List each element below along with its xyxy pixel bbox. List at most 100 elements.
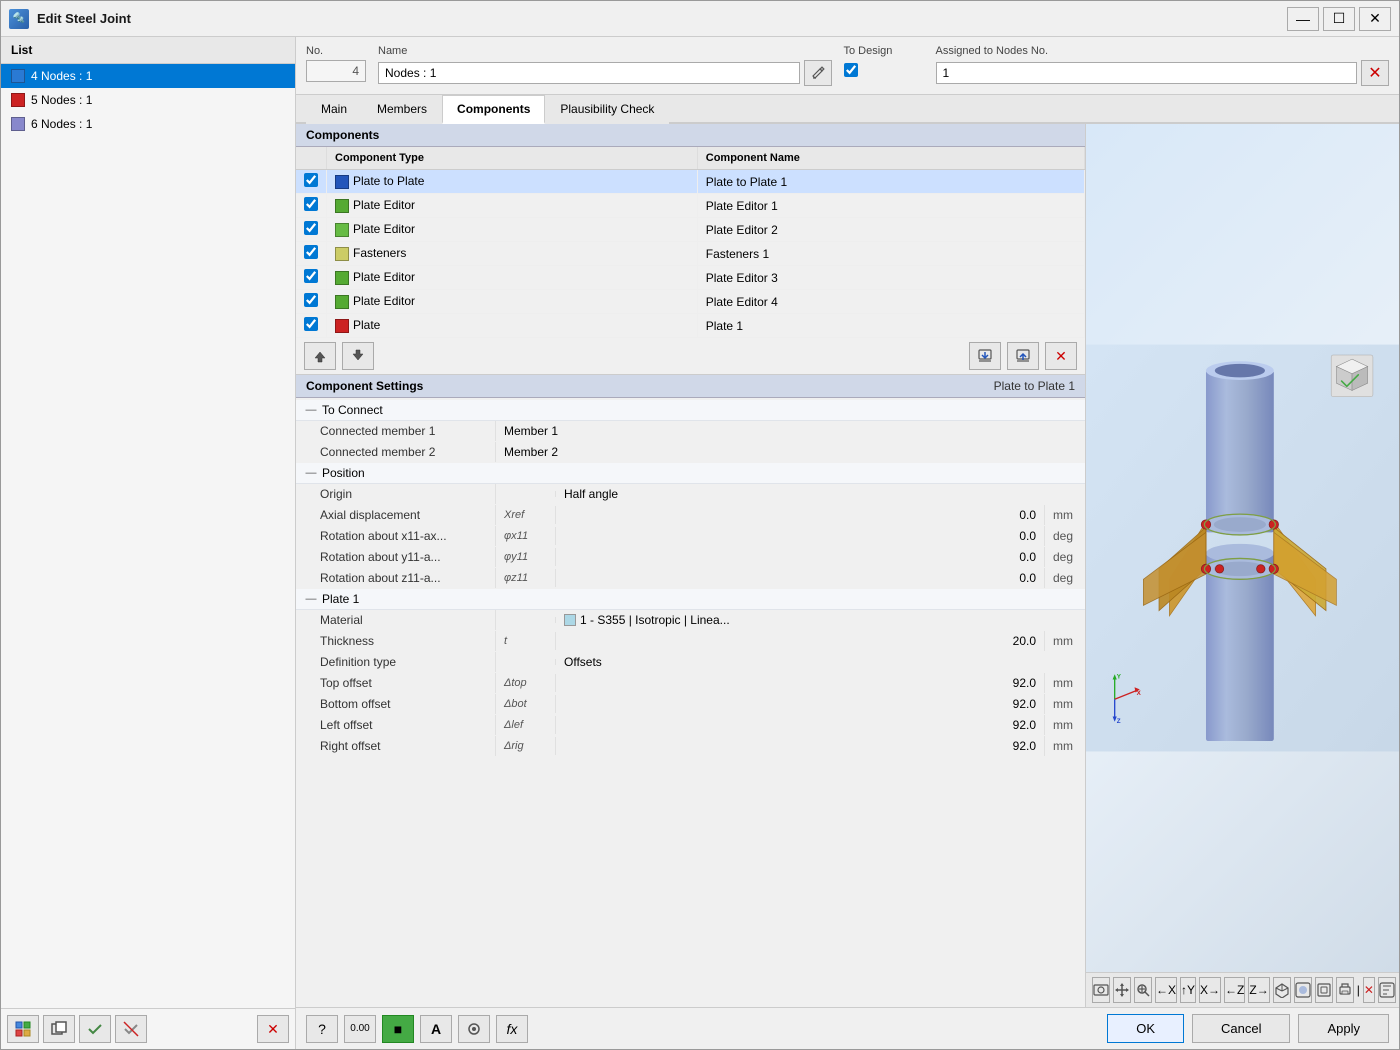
name-input[interactable] <box>378 62 800 84</box>
tree-group-to-connect-header[interactable]: — To Connect <box>296 400 1085 421</box>
duplicate-joint-button[interactable] <box>43 1015 75 1043</box>
left-offset-value: 92.0 <box>556 715 1045 735</box>
list-item-5[interactable]: 5 Nodes : 1 <box>1 88 295 112</box>
view-settings-btn[interactable] <box>1378 977 1396 1003</box>
delete-component-button[interactable]: ✕ <box>1045 342 1077 370</box>
3d-viewport[interactable]: Y X Z <box>1086 124 1399 972</box>
tree-row-rotation-y: Rotation about y11-a... φy11 0.0 deg <box>296 547 1085 568</box>
tab-plausibility[interactable]: Plausibility Check <box>545 95 669 124</box>
view-display-btn[interactable] <box>1092 977 1110 1003</box>
check-all-button[interactable] <box>79 1015 111 1043</box>
table-row[interactable]: Fasteners Fasteners 1 <box>296 242 1085 266</box>
list-items: 4 Nodes : 1 5 Nodes : 1 6 Nodes : 1 <box>1 64 295 1008</box>
view-rotate-y-pos-btn[interactable]: ↑Y <box>1180 977 1196 1003</box>
ok-button[interactable]: OK <box>1107 1014 1184 1043</box>
tab-main[interactable]: Main <box>306 95 362 124</box>
display-button[interactable] <box>458 1015 490 1043</box>
formula-button[interactable]: fx <box>496 1015 528 1043</box>
material-text: 1 - S355 | Isotropic | Linea... <box>580 613 730 627</box>
components-section-header: Components <box>296 124 1085 147</box>
row-checkbox[interactable] <box>304 293 318 307</box>
row-checkbox[interactable] <box>304 269 318 283</box>
connected-member-2-label: Connected member 2 <box>296 442 496 462</box>
add-joint-button[interactable] <box>7 1015 39 1043</box>
top-offset-value: 92.0 <box>556 673 1045 693</box>
assigned-input[interactable] <box>936 62 1358 84</box>
tree-group-plate1-header[interactable]: — Plate 1 <box>296 589 1085 610</box>
table-row[interactable]: Plate Plate 1 <box>296 314 1085 338</box>
row-checkbox[interactable] <box>304 173 318 187</box>
view-move-btn[interactable] <box>1113 977 1131 1003</box>
table-row[interactable]: Plate Editor Plate Editor 3 <box>296 266 1085 290</box>
left-offset-label: Left offset <box>296 715 496 735</box>
color-button[interactable]: ■ <box>382 1015 414 1043</box>
row-check <box>296 242 327 266</box>
cancel-button[interactable]: Cancel <box>1192 1014 1290 1043</box>
list-item-4[interactable]: 4 Nodes : 1 <box>1 64 295 88</box>
row-checkbox[interactable] <box>304 245 318 259</box>
view-render-btn[interactable] <box>1294 977 1312 1003</box>
table-row[interactable]: Plate Editor Plate Editor 4 <box>296 290 1085 314</box>
value-button[interactable]: 0.00 <box>344 1015 376 1043</box>
export-button[interactable] <box>1007 342 1039 370</box>
row-check <box>296 290 327 314</box>
maximize-button[interactable]: ☐ <box>1323 7 1355 31</box>
table-row[interactable]: Plate Editor Plate Editor 1 <box>296 194 1085 218</box>
view-render2-btn[interactable] <box>1315 977 1333 1003</box>
rotation-x-symbol: φx11 <box>496 527 556 545</box>
delete-joint-button[interactable]: ✕ <box>257 1015 289 1043</box>
tab-members[interactable]: Members <box>362 95 442 124</box>
row-checkbox[interactable] <box>304 197 318 211</box>
tree-group-position-header[interactable]: — Position <box>296 463 1085 484</box>
view-rotate-z-pos-btn[interactable]: Z→ <box>1248 977 1269 1003</box>
type-color <box>335 199 349 213</box>
row-name: Plate Editor 3 <box>697 266 1084 290</box>
col-component-type: Component Type <box>327 147 698 170</box>
view-rotate-x-neg-btn[interactable]: ←X <box>1155 977 1177 1003</box>
list-toolbar: ✕ <box>1 1008 295 1049</box>
name-label: Name <box>378 45 832 57</box>
view-rotate-x-pos-btn[interactable]: X→ <box>1199 977 1221 1003</box>
view-zoom-btn[interactable] <box>1134 977 1152 1003</box>
view-separator: | <box>1357 977 1360 1003</box>
row-type: Plate Editor <box>327 194 698 218</box>
table-row[interactable]: Plate Editor Plate Editor 2 <box>296 218 1085 242</box>
close-button[interactable]: ✕ <box>1359 7 1391 31</box>
material-color-swatch <box>564 614 576 626</box>
view-iso-btn[interactable] <box>1273 977 1291 1003</box>
edit-name-button[interactable] <box>804 60 832 86</box>
move-down-button[interactable] <box>342 342 374 370</box>
font-button[interactable]: A <box>420 1015 452 1043</box>
axial-displacement-unit: mm <box>1045 505 1085 525</box>
clear-assigned-button[interactable]: ✕ <box>1361 60 1389 86</box>
no-input[interactable] <box>306 60 366 82</box>
view-print-btn[interactable] <box>1336 977 1354 1003</box>
list-toolbar-left <box>7 1015 147 1043</box>
tree-row-left-offset: Left offset Δlef 92.0 mm <box>296 715 1085 736</box>
to-design-checkbox[interactable] <box>844 63 858 77</box>
connected-member-2-value: Member 2 <box>496 442 1085 462</box>
help-button[interactable]: ? <box>306 1015 338 1043</box>
right-offset-symbol: Δrig <box>496 737 556 755</box>
row-checkbox[interactable] <box>304 221 318 235</box>
uncheck-all-button[interactable] <box>115 1015 147 1043</box>
type-color <box>335 295 349 309</box>
tab-components[interactable]: Components <box>442 95 545 124</box>
move-up-button[interactable] <box>304 342 336 370</box>
table-row[interactable]: Plate to Plate Plate to Plate 1 <box>296 170 1085 194</box>
rotation-y-value: 0.0 <box>556 547 1045 567</box>
rotation-z-value: 0.0 <box>556 568 1045 588</box>
list-item-6[interactable]: 6 Nodes : 1 <box>1 112 295 136</box>
apply-button[interactable]: Apply <box>1298 1014 1389 1043</box>
row-checkbox[interactable] <box>304 317 318 331</box>
minimize-button[interactable]: — <box>1287 7 1319 31</box>
import-button[interactable] <box>969 342 1001 370</box>
bottom-toolbar: ? 0.00 ■ A fx <box>306 1015 528 1043</box>
rotation-x-label: Rotation about x11-ax... <box>296 526 496 546</box>
view-reset-btn[interactable]: ✕ <box>1363 977 1375 1003</box>
top-offset-label: Top offset <box>296 673 496 693</box>
view-rotate-z-neg-btn[interactable]: ←Z <box>1224 977 1245 1003</box>
rotation-x-unit: deg <box>1045 526 1085 546</box>
titlebar-controls: — ☐ ✕ <box>1287 7 1391 31</box>
tree-row-bottom-offset: Bottom offset Δbot 92.0 mm <box>296 694 1085 715</box>
